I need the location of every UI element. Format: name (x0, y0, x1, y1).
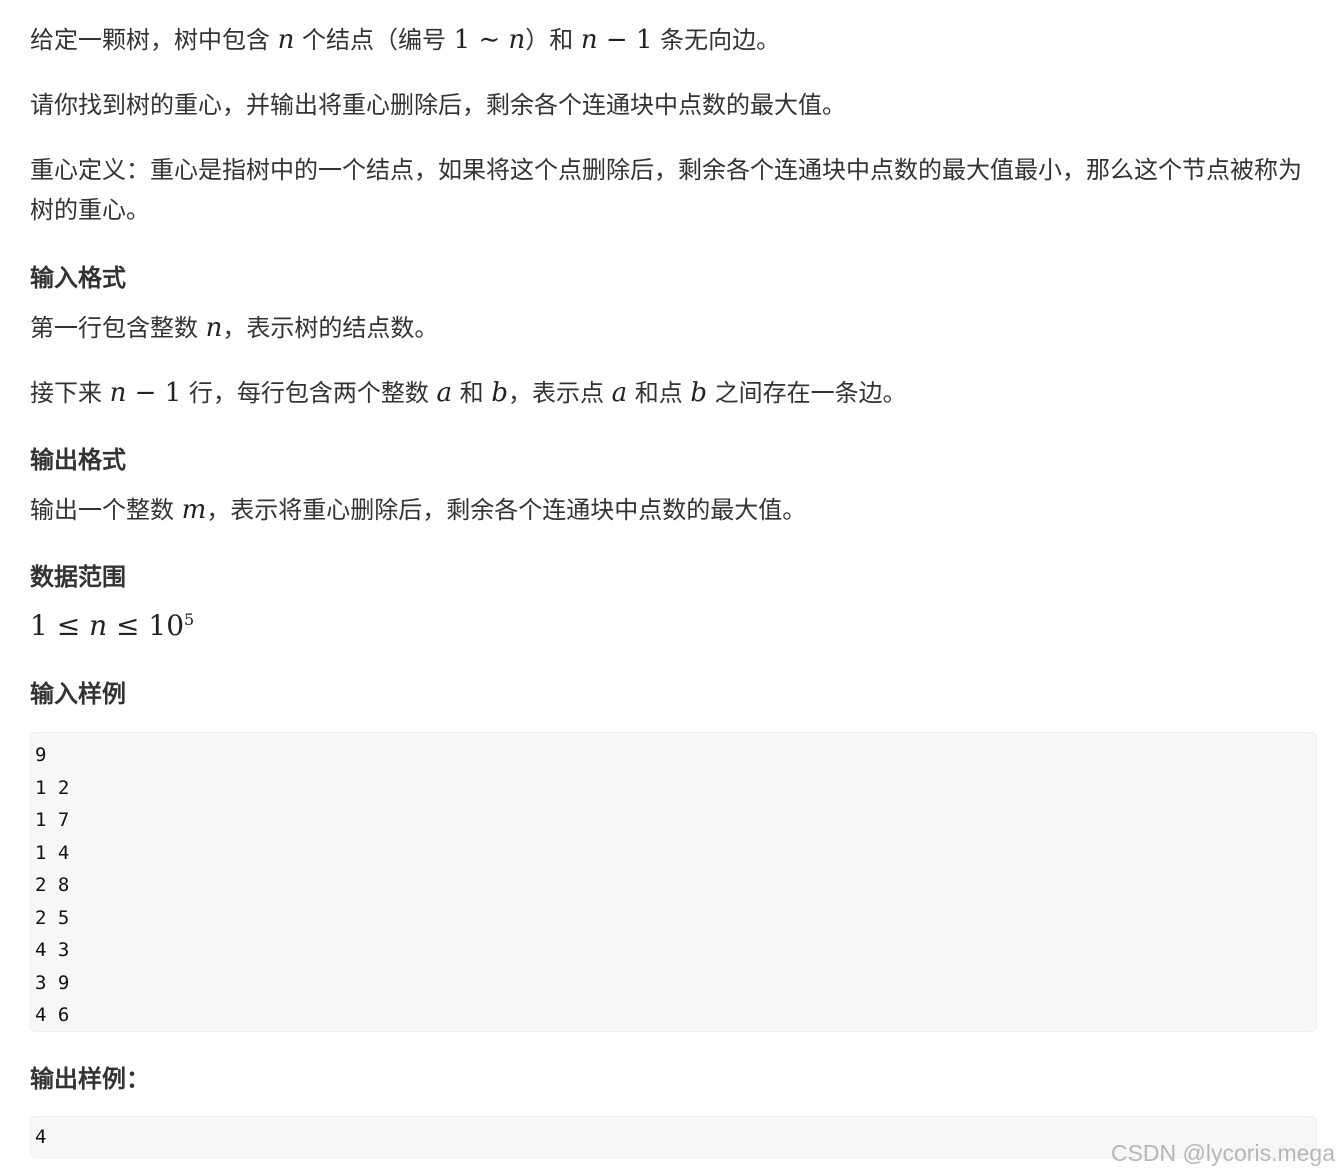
math-var-n: n (109, 378, 127, 408)
csdn-watermark: CSDN @lycoris.mega (1110, 1140, 1335, 1166)
input-line2-and: 和 (452, 379, 492, 407)
input-line2-text-4: 之间存在一条边。 (707, 379, 907, 407)
sample-output-heading: 输出样例： (30, 1065, 150, 1093)
math-minus: − (597, 25, 636, 55)
math-le: ≤ (107, 609, 149, 642)
math-one: 1 (164, 378, 182, 408)
code-line: 1 7 (35, 809, 70, 831)
definition-paragraph: 重心定义：重心是指树中的一个结点，如果将这个点删除后，剩余各个连通块中点数的最大… (30, 156, 1302, 224)
data-range-formula: 1 ≤ n ≤ 105 (30, 606, 194, 647)
math-edges-n: n (580, 25, 598, 55)
math-one: 1 (636, 25, 653, 55)
intro-paragraph: 给定一颗树，树中包含 n 个结点（编号 1 ∼ n）和 n − 1 条无向边。 (30, 20, 780, 60)
math-le: ≤ (47, 609, 90, 642)
input-line2-and-2: 和点 (627, 379, 691, 407)
output-text-2: ，表示将重心删除后，剩余各个连通块中点数的最大值。 (206, 496, 807, 524)
math-var-n: n (277, 25, 295, 55)
math-base: 10 (148, 609, 185, 642)
input-line2-text-3: ，表示点 (507, 379, 612, 407)
code-line: 1 2 (35, 776, 70, 799)
math-var-n: n (89, 609, 108, 642)
code-line: 9 (35, 744, 47, 766)
sample-input-heading: 输入样例 (30, 680, 126, 708)
math-var-a: a (436, 378, 453, 408)
input-line2-text-2: 行，每行包含两个整数 (181, 379, 437, 407)
code-line: 1 4 (35, 841, 70, 864)
math-lower-bound: 1 (30, 609, 48, 642)
math-range-start: 1 (453, 25, 471, 55)
math-var-m: m (181, 495, 207, 525)
input-line1-text-1: 第一行包含整数 (30, 314, 206, 342)
intro-text-3: ）和 (525, 26, 581, 54)
input-format-line-2: 接下来 n − 1 行，每行包含两个整数 a 和 b，表示点 a 和点 b 之间… (30, 373, 907, 413)
code-line: 4 3 (35, 939, 70, 961)
code-line: 3 9 (35, 971, 70, 994)
output-format-line: 输出一个整数 m，表示将重心删除后，剩余各个连通块中点数的最大值。 (30, 490, 806, 530)
input-format-heading: 输入格式 (30, 264, 126, 292)
data-range-heading: 数据范围 (30, 563, 126, 591)
math-var-b: b (690, 378, 708, 408)
input-line2-text-1: 接下来 (30, 379, 110, 407)
intro-text-1: 给定一颗树，树中包含 (30, 26, 278, 54)
math-var-n: n (205, 313, 223, 343)
math-var-a: a (611, 378, 628, 408)
code-line: 2 8 (35, 874, 70, 896)
math-minus: − (126, 378, 165, 408)
code-line: 2 5 (35, 906, 70, 929)
code-line: 4 6 (35, 1004, 70, 1026)
output-format-heading: 输出格式 (30, 446, 126, 474)
input-format-line-1: 第一行包含整数 n，表示树的结点数。 (30, 308, 438, 348)
intro-text-4: 条无向边。 (652, 26, 781, 54)
intro-text-2: 个结点（编号 (294, 26, 454, 54)
output-text-1: 输出一个整数 (30, 496, 182, 524)
math-var-b: b (491, 378, 508, 408)
math-range-end: n (508, 25, 526, 55)
math-tilde: ∼ (470, 25, 509, 55)
input-line1-text-2: ，表示树的结点数。 (222, 314, 439, 342)
sample-input-code-block[interactable]: 9 1 2 1 7 1 4 2 8 2 5 4 3 3 9 4 6 (30, 732, 1317, 1032)
task-paragraph: 请你找到树的重心，并输出将重心删除后，剩余各个连通块中点数的最大值。 (30, 91, 846, 119)
math-exponent: 5 (184, 610, 195, 629)
